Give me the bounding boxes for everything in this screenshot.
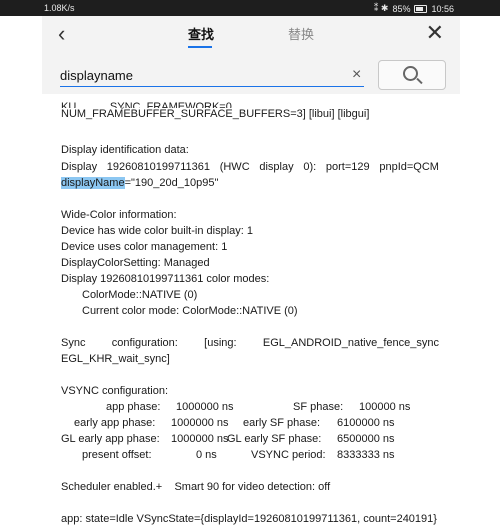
find-replace-panel: ‹ 查找 替换 ✕ × <box>42 16 460 94</box>
status-icons: ⁑ ✱ <box>373 3 389 13</box>
network-speed: 1.08K/s <box>44 3 75 13</box>
battery-icon <box>414 4 428 13</box>
doc-line: Display 19260810199711361 color modes: <box>61 273 270 285</box>
doc-line: EGL_KHR_wait_sync] <box>61 353 170 365</box>
doc-line: Sync configuration: [using: EGL_ANDROID_… <box>61 337 439 349</box>
doc-line: VSYNC configuration: <box>61 385 168 397</box>
clock: 10:56 <box>431 3 454 14</box>
active-tab-indicator <box>188 46 212 48</box>
battery-percent: 85% <box>392 3 411 14</box>
clear-icon[interactable]: × <box>352 66 361 84</box>
doc-line: displayName="190_20d_10p95" <box>61 177 219 189</box>
search-button[interactable] <box>378 60 446 90</box>
doc-line: app: state=Idle VSyncState={displayId=19… <box>61 513 437 525</box>
doc-line: NUM_FRAMEBUFFER_SURFACE_BUFFERS=3] [libu… <box>61 108 370 120</box>
tab-find[interactable]: 查找 <box>188 24 214 43</box>
doc-line: Device uses color management: 1 <box>61 241 228 253</box>
doc-line: Wide-Color information: <box>61 209 177 221</box>
close-icon[interactable]: ✕ <box>426 20 444 46</box>
doc-line: Current color mode: ColorMode::NATIVE (0… <box>82 305 298 317</box>
search-input[interactable] <box>60 66 364 87</box>
chevron-down-icon[interactable]: ⌄ <box>118 101 126 112</box>
status-right: ⁑ ✱ 85% 10:56 <box>374 3 454 14</box>
doc-line: Display 19260810199711361 (HWC display 0… <box>61 161 439 173</box>
doc-line: DisplayColorSetting: Managed <box>61 257 210 269</box>
doc-line: ColorMode::NATIVE (0) <box>82 289 198 301</box>
back-icon[interactable]: ‹ <box>58 21 65 47</box>
doc-line: Display identification data: <box>61 144 189 156</box>
doc-line: Scheduler enabled.+ Smart 90 for video d… <box>61 481 331 493</box>
search-match-highlight: displayName <box>61 177 125 189</box>
status-bar: 1.08K/s ⁑ ✱ 85% 10:56 <box>0 0 500 16</box>
search-icon <box>403 66 418 81</box>
tab-replace[interactable]: 替换 <box>288 24 314 43</box>
doc-line: Device has wide color built-in display: … <box>61 225 253 237</box>
